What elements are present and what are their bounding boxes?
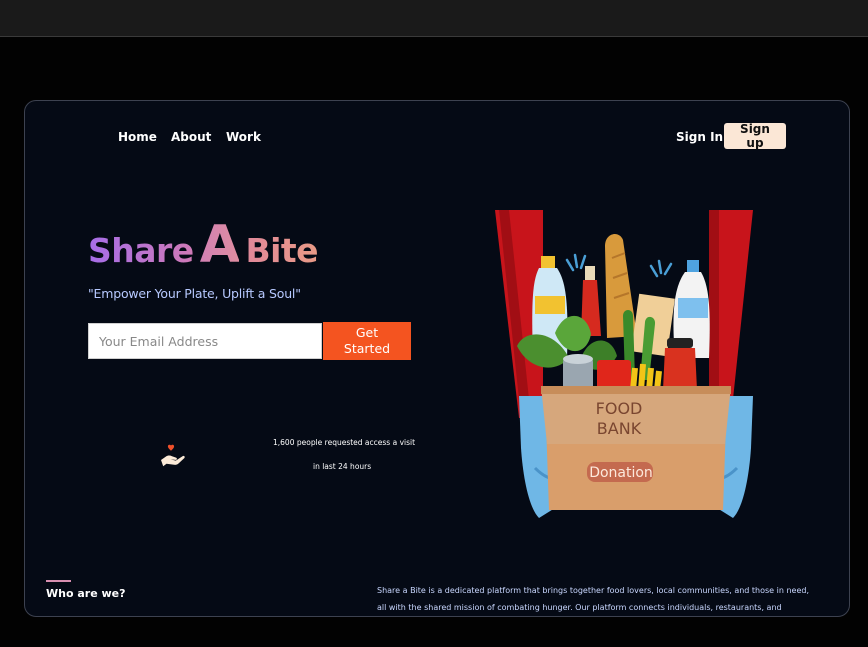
food-bank-donation-illustration: FOOD BANK Donation (495, 210, 753, 518)
nav-about-link[interactable]: About (171, 130, 211, 144)
brand-word-a: A (199, 215, 240, 275)
who-are-we-heading: Who are we? (46, 587, 126, 600)
about-description: Share a Bite is a dedicated platform tha… (377, 582, 845, 616)
brand-word-share: Share (88, 231, 194, 270)
sign-up-button[interactable]: Sign up (724, 122, 786, 150)
box-title-line1: FOOD (596, 399, 643, 418)
sign-in-link[interactable]: Sign In (676, 130, 723, 144)
tagline: "Empower Your Plate, Uplift a Soul" (88, 286, 301, 301)
nav-home-link[interactable]: Home (118, 130, 157, 144)
about-text-line2: all with the shared mission of combating… (377, 603, 782, 612)
box-title-line2: BANK (597, 419, 642, 438)
brand-word-bite: Bite (245, 231, 319, 270)
email-input[interactable] (88, 323, 322, 359)
browser-top-bar (0, 0, 868, 37)
about-text-line1: Share a Bite is a dedicated platform tha… (377, 586, 810, 595)
landing-page: Home About Work Sign In Sign up Share A … (24, 100, 850, 617)
stat-requests-text: 1,600 people requested access a visit (273, 438, 416, 447)
nav-work-link[interactable]: Work (226, 130, 261, 144)
stat-period-text: in last 24 hours (313, 462, 372, 471)
get-started-button[interactable]: Get Started (323, 322, 411, 360)
brand-title: Share A Bite (88, 215, 319, 275)
donation-label: Donation (589, 465, 653, 481)
section-accent-line (46, 580, 71, 582)
hand-heart-icon (161, 444, 185, 467)
